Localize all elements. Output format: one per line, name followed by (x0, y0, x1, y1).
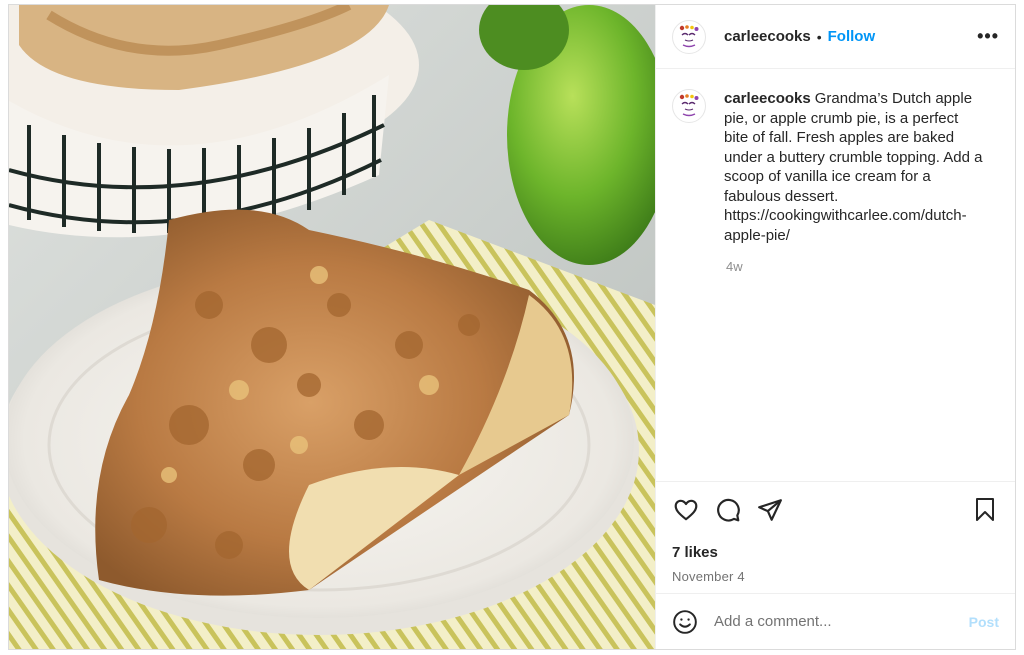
likes-count[interactable]: 7 likes (672, 544, 999, 561)
post-dialog: carleecooks • Follow ••• carleecooks Gra… (8, 4, 1016, 650)
post-photo[interactable] (9, 5, 655, 649)
caption-text-block: carleecooks Grandma’s Dutch apple pie, or… (724, 89, 986, 245)
more-options-icon[interactable]: ••• (977, 26, 999, 47)
share-icon[interactable] (756, 496, 784, 524)
caption-comment: carleecooks Grandma’s Dutch apple pie, or… (672, 89, 999, 245)
actions-section: 7 likes November 4 (656, 481, 1015, 593)
caption-timestamp: 4w (726, 259, 743, 274)
post-header: carleecooks • Follow ••• (656, 5, 1015, 69)
action-icons (672, 482, 999, 538)
profile-logo-icon[interactable] (672, 19, 706, 54)
comment-input[interactable] (714, 613, 961, 630)
comment-icon[interactable] (714, 496, 742, 524)
caption-section: carleecooks Grandma’s Dutch apple pie, or… (656, 69, 1015, 481)
separator-dot: • (816, 28, 822, 45)
post-username[interactable]: carleecooks (724, 28, 811, 45)
caption-body: Grandma’s Dutch apple pie, or apple crum… (724, 90, 983, 244)
post-comment-button[interactable]: Post (969, 614, 999, 630)
post-side-panel: carleecooks • Follow ••• carleecooks Gra… (655, 5, 1015, 649)
apple-pie-image (9, 5, 655, 649)
follow-button[interactable]: Follow (828, 28, 876, 45)
bookmark-icon[interactable] (971, 496, 999, 524)
heart-icon[interactable] (672, 496, 700, 524)
emoji-icon[interactable] (672, 609, 698, 635)
post-date: November 4 (672, 569, 745, 584)
caption-username[interactable]: carleecooks (724, 90, 811, 107)
caption-avatar[interactable] (672, 89, 706, 123)
add-comment-bar: Post (656, 593, 1015, 649)
